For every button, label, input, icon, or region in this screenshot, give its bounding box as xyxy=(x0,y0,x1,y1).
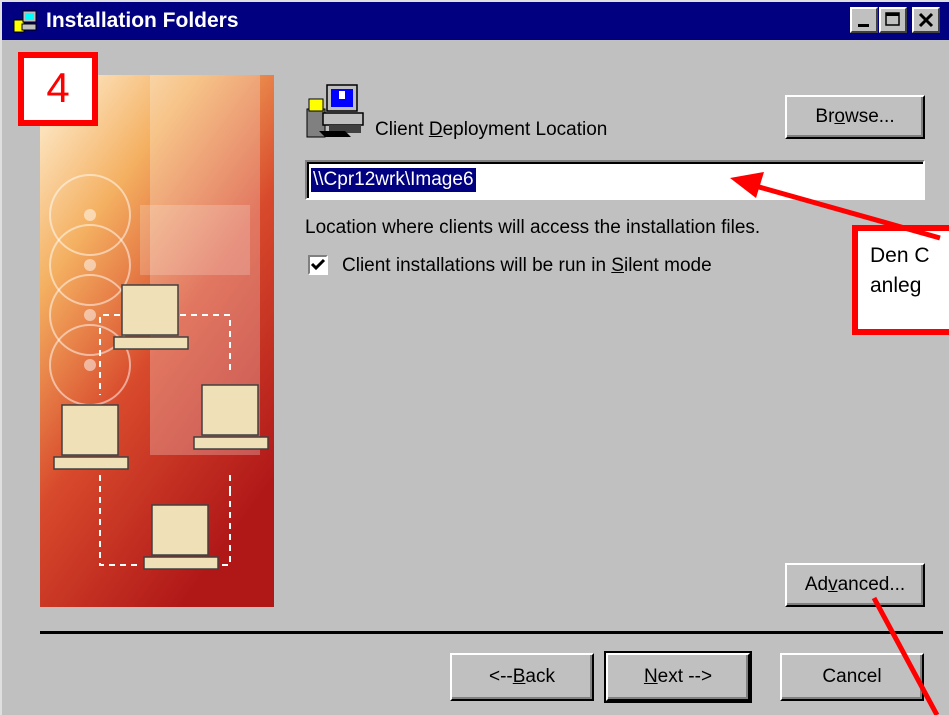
step-number-badge: 4 xyxy=(18,52,98,126)
annotation-arrows xyxy=(730,172,941,715)
arrowhead-icon xyxy=(730,172,764,198)
arrow-to-path-field xyxy=(751,182,941,241)
arrow-to-advanced-button xyxy=(871,596,940,715)
